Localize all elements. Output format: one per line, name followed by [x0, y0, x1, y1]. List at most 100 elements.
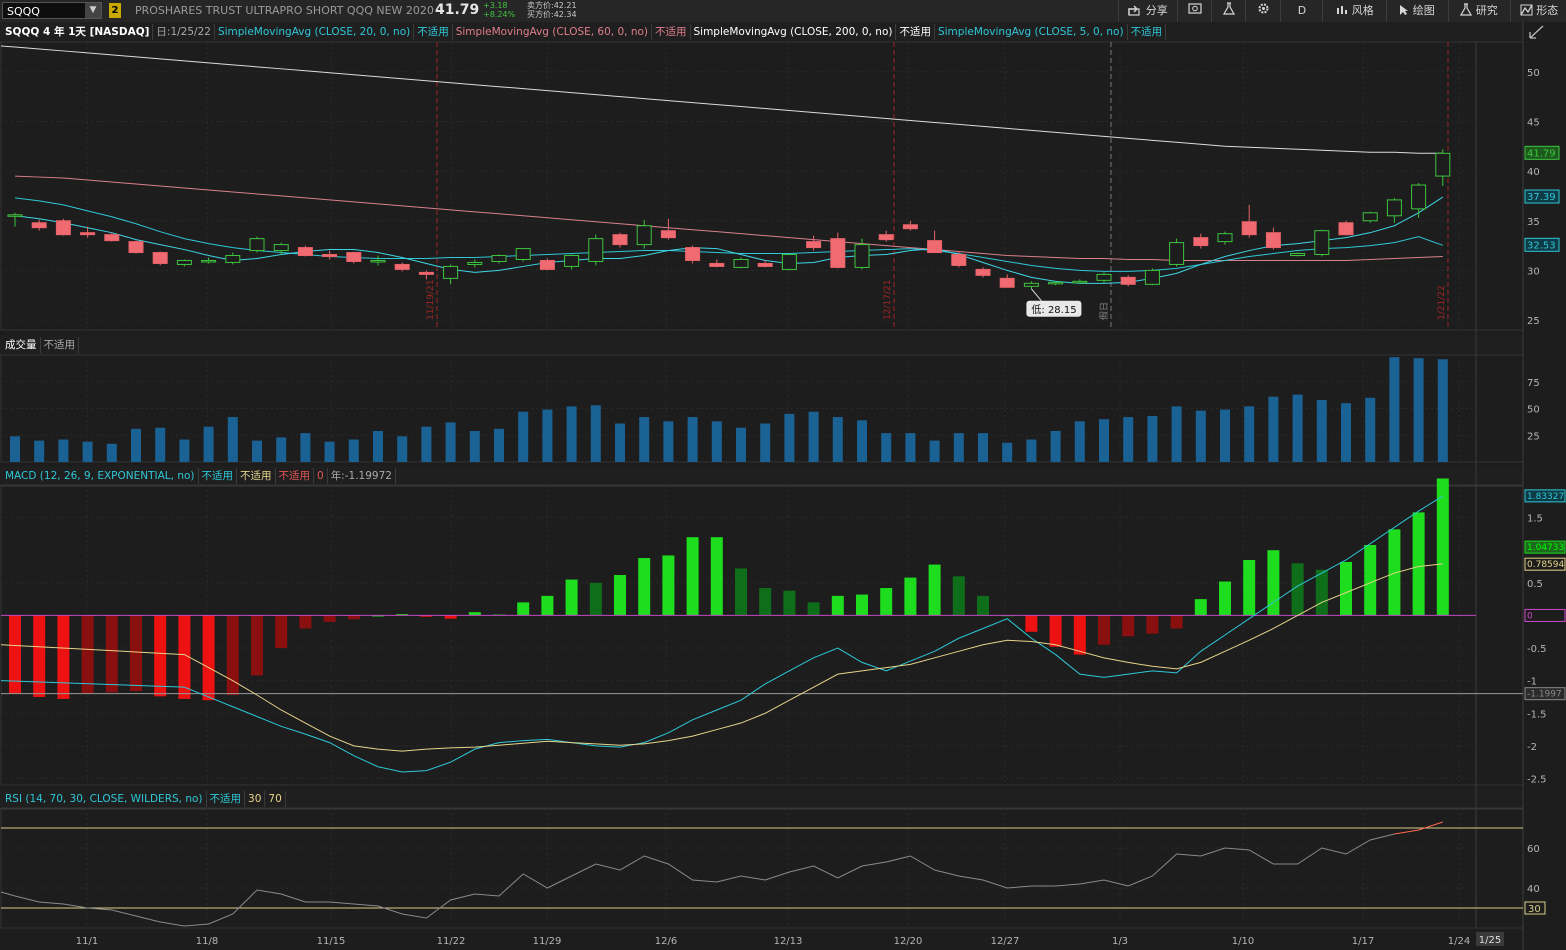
candle-body[interactable] — [80, 232, 96, 236]
volume-bar[interactable] — [1389, 357, 1400, 462]
candle-body[interactable] — [346, 252, 362, 262]
candle-body[interactable] — [830, 238, 846, 268]
candle-body[interactable] — [1241, 221, 1257, 236]
volume-bar[interactable] — [1050, 430, 1061, 462]
macd-histogram-bar[interactable] — [807, 602, 820, 616]
candle-body[interactable] — [1120, 276, 1136, 285]
macd-histogram-bar[interactable] — [202, 615, 215, 701]
candle-body[interactable] — [394, 263, 410, 270]
volume-bar[interactable] — [1413, 358, 1424, 462]
candle-body[interactable] — [539, 259, 555, 270]
candle-body[interactable] — [322, 254, 338, 258]
candle-body[interactable] — [1048, 281, 1064, 285]
volume-bar[interactable] — [469, 430, 480, 462]
macd-histogram-bar[interactable] — [1098, 615, 1110, 645]
candle-body[interactable] — [201, 259, 217, 263]
candle-body[interactable] — [443, 265, 459, 279]
volume-bar[interactable] — [687, 417, 698, 462]
macd-histogram-bar[interactable] — [9, 615, 21, 694]
macd-histogram-bar[interactable] — [130, 615, 142, 692]
volume-bar[interactable] — [34, 440, 45, 462]
candle-body[interactable] — [1435, 152, 1451, 177]
candle-body[interactable] — [1411, 184, 1427, 210]
macd-histogram-bar[interactable] — [1194, 599, 1207, 616]
macd-histogram-bar[interactable] — [275, 615, 288, 649]
volume-bar[interactable] — [518, 411, 529, 462]
style-button[interactable]: 风格 — [1330, 2, 1380, 20]
candle-body[interactable] — [1338, 222, 1354, 236]
macd-histogram-bar[interactable] — [1243, 560, 1256, 616]
volume-bar[interactable] — [348, 439, 359, 462]
volume-bar[interactable] — [566, 406, 577, 462]
candle-body[interactable] — [951, 254, 967, 266]
macd-histogram-bar[interactable] — [81, 615, 94, 694]
volume-bar[interactable] — [953, 433, 964, 462]
symbol-dropdown-icon[interactable]: ▼ — [85, 3, 101, 18]
macd-histogram-bar[interactable] — [589, 582, 602, 616]
volume-bar[interactable] — [832, 417, 843, 462]
candle-body[interactable] — [370, 259, 386, 263]
volume-bar[interactable] — [615, 423, 625, 462]
volume-bar[interactable] — [978, 433, 988, 462]
candle-body[interactable] — [685, 247, 701, 261]
candle-body[interactable] — [273, 244, 289, 252]
volume-bar[interactable] — [1292, 394, 1303, 462]
volume-bar[interactable] — [1002, 442, 1013, 462]
volume-bar[interactable] — [808, 411, 819, 462]
volume-bar[interactable] — [373, 430, 383, 462]
candle-body[interactable] — [55, 220, 71, 236]
macd-histogram-bar[interactable] — [977, 595, 989, 616]
period-button[interactable]: D — [1288, 2, 1316, 20]
candle-body[interactable] — [1144, 269, 1160, 285]
volume-bar[interactable] — [1171, 406, 1182, 462]
candle-body[interactable] — [636, 225, 652, 246]
macd-histogram-bar[interactable] — [565, 579, 578, 616]
volume-bar[interactable] — [131, 428, 141, 462]
candle-body[interactable] — [31, 222, 47, 229]
candle-body[interactable] — [249, 238, 265, 252]
candle-body[interactable] — [612, 234, 628, 246]
macd-histogram-bar[interactable] — [952, 576, 965, 616]
volume-bar[interactable] — [203, 426, 214, 462]
candle-body[interactable] — [1314, 230, 1330, 256]
macd-histogram-bar[interactable] — [759, 588, 772, 616]
candle-body[interactable] — [854, 244, 870, 268]
candle-body[interactable] — [902, 224, 918, 230]
candle-body[interactable] — [1193, 237, 1209, 247]
volume-bar[interactable] — [1026, 439, 1037, 462]
macd-histogram-bar[interactable] — [323, 615, 336, 622]
volume-bar[interactable] — [590, 405, 601, 462]
macd-histogram-bar[interactable] — [1412, 512, 1425, 616]
candle-body[interactable] — [104, 234, 120, 242]
volume-bar[interactable] — [82, 441, 93, 462]
macd-histogram-bar[interactable] — [347, 615, 360, 620]
macd-histogram-bar[interactable] — [517, 602, 530, 616]
volume-bar[interactable] — [711, 421, 722, 462]
candle-body[interactable] — [1023, 282, 1039, 287]
macd-histogram-bar[interactable] — [1122, 615, 1135, 637]
candle-body[interactable] — [709, 262, 725, 267]
share-button[interactable]: 分享 — [1124, 2, 1172, 20]
volume-bar[interactable] — [1437, 359, 1448, 462]
macd-histogram-bar[interactable] — [880, 588, 893, 616]
candle-body[interactable] — [660, 230, 676, 239]
volume-bar[interactable] — [1268, 396, 1279, 462]
candle-body[interactable] — [1096, 273, 1112, 281]
macd-histogram-bar[interactable] — [299, 615, 312, 629]
volume-bar[interactable] — [252, 440, 262, 462]
macd-histogram-bar[interactable] — [541, 595, 554, 616]
volume-bar[interactable] — [106, 443, 117, 462]
volume-bar[interactable] — [857, 420, 867, 462]
candle-body[interactable] — [7, 214, 23, 217]
candle-body[interactable] — [225, 255, 241, 263]
macd-histogram-bar[interactable] — [33, 615, 46, 697]
volume-bar[interactable] — [300, 433, 311, 462]
macd-histogram-bar[interactable] — [856, 594, 868, 616]
volume-bar[interactable] — [58, 439, 69, 462]
macd-histogram-bar[interactable] — [904, 577, 917, 616]
draw-button[interactable]: 绘图 — [1392, 2, 1442, 20]
candle-body[interactable] — [1386, 199, 1402, 217]
volume-bar[interactable] — [1123, 417, 1134, 462]
macd-histogram-bar[interactable] — [1219, 581, 1231, 616]
volume-bar[interactable] — [10, 436, 20, 462]
